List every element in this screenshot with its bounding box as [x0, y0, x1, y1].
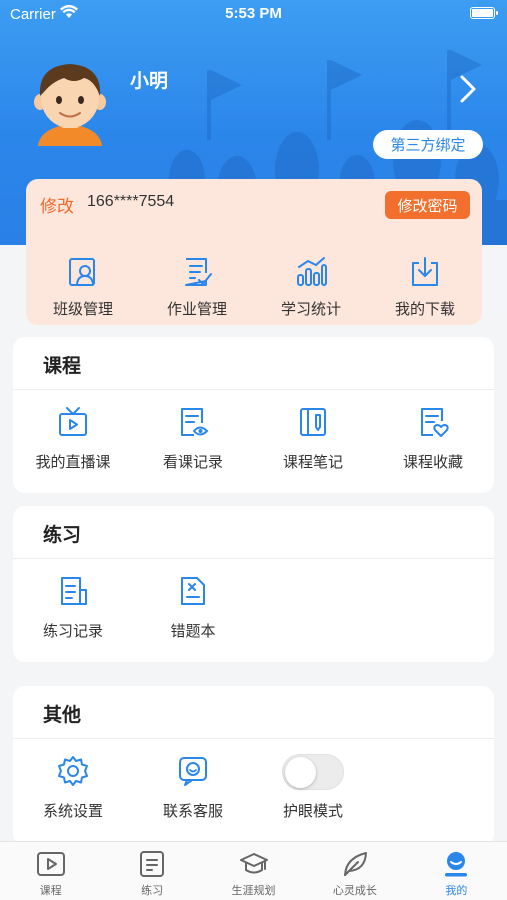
tab-course-label: 课程 [39, 884, 62, 897]
class-management-label: 班级管理 [52, 300, 113, 318]
course-favorites-label: 课程收藏 [402, 453, 463, 471]
my-downloads-label: 我的下载 [394, 300, 455, 318]
status-bar: Carrier 5:53 PM [0, 0, 507, 28]
username[interactable]: 小明 [130, 66, 168, 93]
settings-label: 系统设置 [42, 802, 103, 820]
practice-record-icon [61, 577, 87, 605]
tab-course[interactable]: 课程 [0, 842, 101, 900]
divider [13, 389, 494, 390]
growth-tab-icon [343, 852, 367, 876]
practice-record-label: 练习记录 [42, 622, 103, 640]
eye-care-item: 护眼模式 [253, 754, 373, 821]
chevron-right-icon[interactable] [458, 74, 478, 104]
course-notes-label: 课程笔记 [282, 453, 343, 471]
tab-growth-label: 心灵成长 [332, 884, 377, 897]
my-downloads-icon [412, 257, 438, 286]
course-favorites-icon [421, 408, 449, 437]
settings-item[interactable]: 系统设置 [13, 754, 133, 821]
profile-tab-icon [445, 852, 468, 877]
phone-number: 166****7554 [87, 193, 175, 210]
homework-management-icon [185, 258, 212, 286]
mistake-book-label: 错题本 [170, 622, 216, 640]
tab-profile-label: 我的 [445, 884, 468, 897]
tab-career[interactable]: 生涯规划 [203, 842, 304, 900]
customer-service-item[interactable]: 联系客服 [133, 754, 253, 821]
tab-profile[interactable]: 我的 [406, 842, 507, 900]
watch-history-icon [181, 408, 209, 436]
practice-tab-icon [140, 851, 165, 877]
divider [13, 558, 494, 559]
class-management-icon [69, 258, 95, 286]
settings-icon [58, 756, 88, 786]
course-notes-icon [300, 408, 326, 436]
courses-card: 课程 我的直播课 看课记录 课程笔记 课程收藏 [13, 337, 494, 493]
course-favorites-item[interactable]: 课程收藏 [373, 405, 493, 472]
bottom-tab-bar: 课程 练习 生涯规划 心灵成长 我的 [0, 841, 507, 900]
class-management-item[interactable]: 班级管理 [26, 255, 140, 319]
my-downloads-item[interactable]: 我的下载 [368, 255, 482, 319]
tab-practice-label: 练习 [141, 884, 164, 897]
eye-care-label: 护眼模式 [282, 802, 343, 820]
courses-title: 课程 [43, 355, 82, 377]
status-time: 5:53 PM [225, 5, 282, 22]
tab-practice[interactable]: 练习 [101, 842, 202, 900]
study-statistics-item[interactable]: 学习统计 [254, 255, 368, 319]
battery-icon [470, 7, 498, 19]
third-party-bind-button[interactable]: 第三方绑定 [373, 130, 483, 159]
career-tab-icon [239, 853, 268, 874]
watch-history-label: 看课记录 [162, 453, 223, 471]
live-class-label: 我的直播课 [35, 453, 111, 471]
account-card: 修改 166****7554 修改密码 班级管理 作业管理 学习统计 我的下载 [26, 179, 482, 325]
practice-record-item[interactable]: 练习记录 [13, 574, 133, 641]
watch-history-item[interactable]: 看课记录 [133, 405, 253, 472]
course-notes-item[interactable]: 课程笔记 [253, 405, 373, 472]
other-title: 其他 [43, 704, 82, 726]
divider [13, 738, 494, 739]
practice-card: 练习 练习记录 错题本 [13, 506, 494, 662]
homework-management-label: 作业管理 [166, 300, 227, 318]
eye-care-toggle[interactable] [282, 754, 344, 790]
customer-service-icon [179, 757, 207, 786]
customer-service-label: 联系客服 [162, 802, 223, 820]
homework-management-item[interactable]: 作业管理 [140, 255, 254, 319]
mistake-book-item[interactable]: 错题本 [133, 574, 253, 641]
live-class-icon [59, 407, 87, 436]
tab-growth[interactable]: 心灵成长 [304, 842, 405, 900]
mistake-book-icon [181, 577, 205, 605]
avatar[interactable] [34, 58, 106, 146]
tab-career-label: 生涯规划 [231, 884, 276, 897]
practice-title: 练习 [43, 524, 82, 546]
other-card: 其他 系统设置 联系客服 护眼模式 [13, 686, 494, 846]
modify-link[interactable]: 修改 [40, 192, 74, 217]
study-statistics-label: 学习统计 [280, 300, 341, 318]
change-password-button[interactable]: 修改密码 [385, 191, 470, 219]
course-tab-icon [36, 852, 65, 876]
study-statistics-icon [297, 257, 327, 286]
live-class-item[interactable]: 我的直播课 [13, 405, 133, 472]
